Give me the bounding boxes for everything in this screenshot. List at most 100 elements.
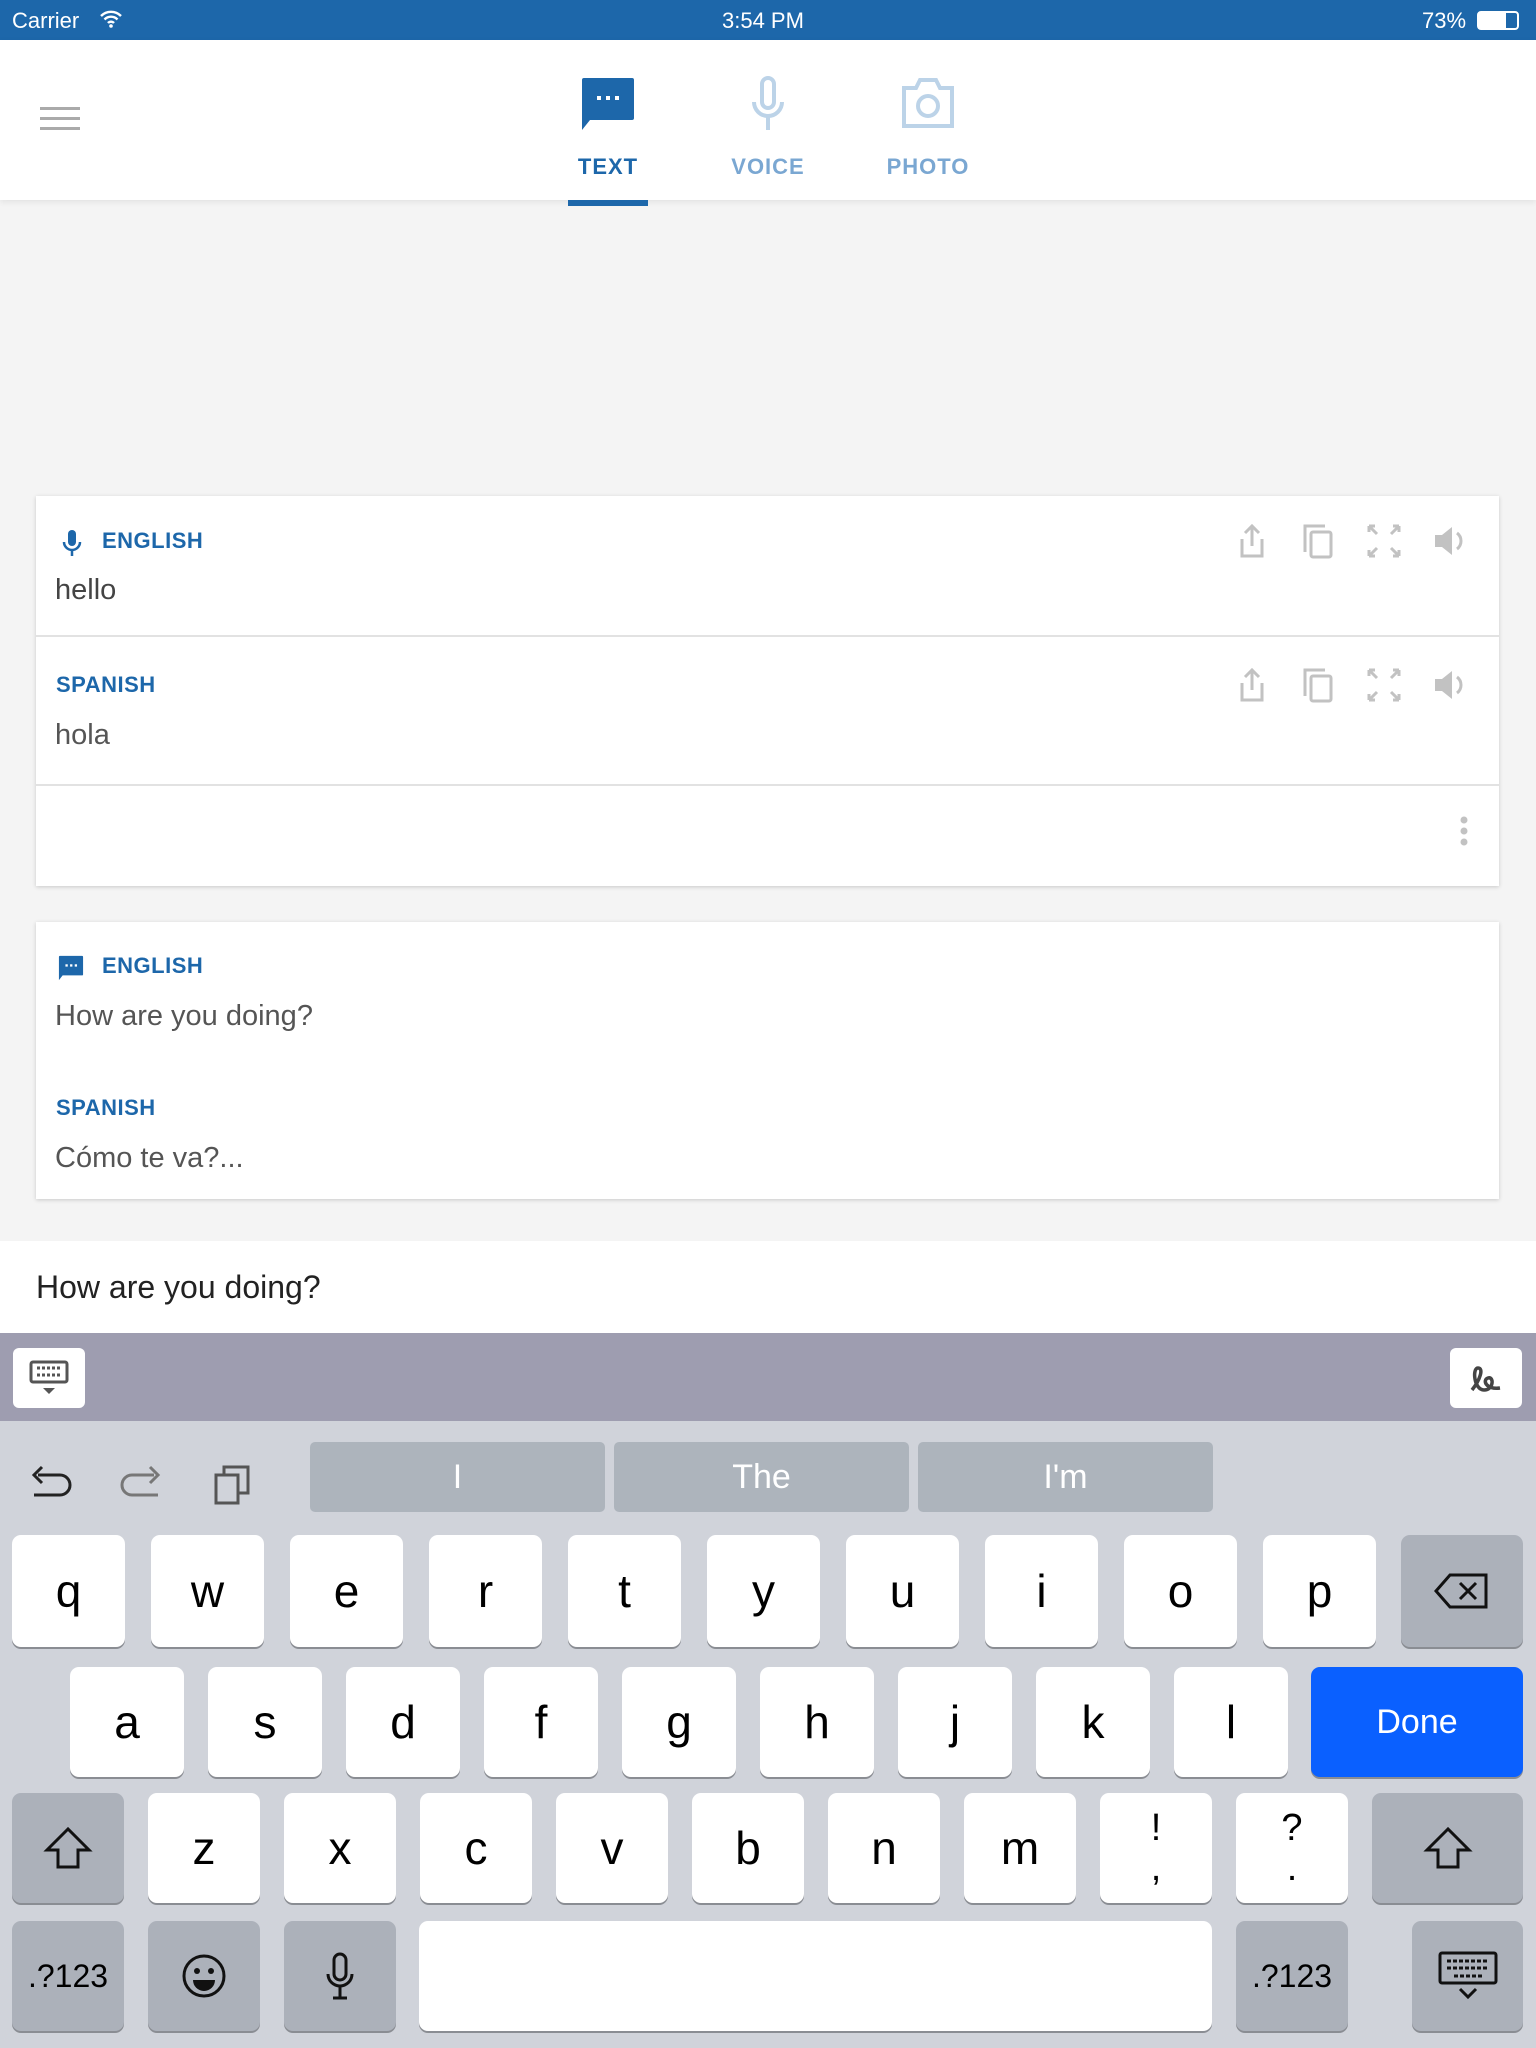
key-question[interactable]: ?. bbox=[1236, 1793, 1348, 1903]
target-actions bbox=[1233, 666, 1469, 704]
tab-label: TEXT bbox=[577, 154, 639, 179]
space-key[interactable] bbox=[419, 1921, 1212, 2031]
key-a[interactable]: a bbox=[70, 1667, 184, 1777]
more-options-icon[interactable] bbox=[1459, 816, 1469, 846]
handwriting-icon bbox=[1470, 1366, 1501, 1392]
key-r[interactable]: r bbox=[429, 1535, 542, 1647]
shift-icon bbox=[43, 1826, 93, 1869]
translation-card[interactable]: ENGLISH hello SPANISH hola bbox=[36, 496, 1499, 886]
key-b[interactable]: b bbox=[692, 1793, 804, 1903]
wifi-icon bbox=[100, 10, 122, 28]
keyboard-hide-icon bbox=[29, 1360, 69, 1394]
key-n[interactable]: n bbox=[828, 1793, 940, 1903]
suggestion[interactable]: I'm bbox=[918, 1442, 1213, 1512]
active-tab-indicator bbox=[568, 200, 648, 206]
keyboard-dismiss-key[interactable] bbox=[1412, 1921, 1523, 2031]
shift-icon bbox=[1422, 1826, 1473, 1869]
backspace-icon bbox=[1434, 1573, 1488, 1609]
key-m[interactable]: m bbox=[964, 1793, 1076, 1903]
mic-icon bbox=[752, 76, 784, 130]
copy-icon[interactable] bbox=[1299, 666, 1337, 704]
target-language: SPANISH bbox=[56, 672, 156, 697]
key-j[interactable]: j bbox=[898, 1667, 1012, 1777]
speaker-icon[interactable] bbox=[1431, 522, 1469, 560]
emoji-key[interactable] bbox=[148, 1921, 260, 2031]
tab-text[interactable]: TEXT bbox=[543, 40, 673, 206]
share-icon[interactable] bbox=[1233, 666, 1271, 704]
tab-photo[interactable]: PHOTO bbox=[863, 40, 993, 206]
suggestion[interactable]: The bbox=[614, 1442, 909, 1512]
key-primary: ! bbox=[1150, 1807, 1162, 1849]
source-text: hello bbox=[55, 574, 117, 606]
fullscreen-icon[interactable] bbox=[1365, 666, 1403, 704]
key-w[interactable]: w bbox=[151, 1535, 264, 1647]
battery-percent: 73% bbox=[1422, 8, 1467, 33]
mic-icon bbox=[326, 1952, 354, 2000]
key-z[interactable]: z bbox=[148, 1793, 260, 1903]
emoji-icon bbox=[182, 1954, 226, 1998]
divider bbox=[36, 635, 1499, 637]
backspace-key[interactable] bbox=[1401, 1535, 1523, 1647]
key-y[interactable]: y bbox=[707, 1535, 820, 1647]
shift-key-right[interactable] bbox=[1372, 1793, 1523, 1903]
undo-icon[interactable] bbox=[28, 1463, 74, 1503]
key-k[interactable]: k bbox=[1036, 1667, 1150, 1777]
key-l[interactable]: l bbox=[1174, 1667, 1288, 1777]
key-s[interactable]: s bbox=[208, 1667, 322, 1777]
clock: 3:54 PM bbox=[722, 8, 804, 33]
key-c[interactable]: c bbox=[420, 1793, 532, 1903]
copy-icon[interactable] bbox=[1299, 522, 1337, 560]
fullscreen-icon[interactable] bbox=[1365, 522, 1403, 560]
key-g[interactable]: g bbox=[622, 1667, 736, 1777]
hide-keyboard-button[interactable] bbox=[13, 1348, 85, 1408]
speaker-icon[interactable] bbox=[1431, 666, 1469, 704]
key-i[interactable]: i bbox=[985, 1535, 1098, 1647]
numbers-key[interactable]: .?123 bbox=[12, 1921, 124, 2031]
tab-voice[interactable]: VOICE bbox=[703, 40, 833, 206]
key-v[interactable]: v bbox=[556, 1793, 668, 1903]
source-actions bbox=[1233, 522, 1469, 560]
redo-icon[interactable] bbox=[118, 1463, 164, 1503]
top-nav: TEXT VOICE PHOTO bbox=[0, 40, 1536, 206]
key-x[interactable]: x bbox=[284, 1793, 396, 1903]
key-p[interactable]: p bbox=[1263, 1535, 1376, 1647]
target-text: hola bbox=[55, 719, 110, 751]
handwriting-button[interactable] bbox=[1450, 1348, 1522, 1408]
target-language: SPANISH bbox=[56, 1095, 156, 1120]
key-u[interactable]: u bbox=[846, 1535, 959, 1647]
mic-icon bbox=[62, 530, 82, 556]
paste-icon[interactable] bbox=[214, 1461, 254, 1505]
chat-icon bbox=[582, 78, 634, 130]
key-h[interactable]: h bbox=[760, 1667, 874, 1777]
key-secondary: . bbox=[1286, 1847, 1298, 1889]
done-key[interactable]: Done bbox=[1311, 1667, 1523, 1777]
key-exclamation[interactable]: !, bbox=[1100, 1793, 1212, 1903]
shift-key[interactable] bbox=[12, 1793, 124, 1903]
tab-label: PHOTO bbox=[886, 154, 970, 179]
key-t[interactable]: t bbox=[568, 1535, 681, 1647]
source-language: ENGLISH bbox=[102, 953, 204, 978]
source-language: ENGLISH bbox=[102, 528, 204, 553]
status-bar: Carrier 3:54 PM 73% bbox=[0, 0, 1536, 40]
numbers-key[interactable]: .?123 bbox=[1236, 1921, 1348, 2031]
dictation-key[interactable] bbox=[284, 1921, 396, 2031]
tab-label: VOICE bbox=[731, 154, 805, 179]
text-input-bar[interactable]: How are you doing? bbox=[0, 1241, 1536, 1333]
source-text: How are you doing? bbox=[55, 1000, 313, 1032]
menu-icon[interactable] bbox=[40, 107, 80, 133]
text-input[interactable]: How are you doing? bbox=[36, 1269, 321, 1306]
keyboard-dismiss-icon bbox=[1438, 1951, 1497, 2000]
divider bbox=[36, 784, 1499, 786]
camera-icon bbox=[902, 78, 954, 128]
key-e[interactable]: e bbox=[290, 1535, 403, 1647]
suggestion[interactable]: I bbox=[310, 1442, 605, 1512]
share-icon[interactable] bbox=[1233, 522, 1271, 560]
key-q[interactable]: q bbox=[12, 1535, 125, 1647]
chat-icon bbox=[58, 955, 84, 981]
key-o[interactable]: o bbox=[1124, 1535, 1237, 1647]
key-f[interactable]: f bbox=[484, 1667, 598, 1777]
keyboard-accessory-bar bbox=[0, 1333, 1536, 1421]
key-d[interactable]: d bbox=[346, 1667, 460, 1777]
keyboard: I The I'm q w e r t y u i o p a s d f g h j k l Done z x c v b n m… bbox=[0, 1421, 1536, 2048]
translation-card[interactable]: ENGLISH How are you doing? SPANISH Cómo … bbox=[36, 922, 1499, 1199]
